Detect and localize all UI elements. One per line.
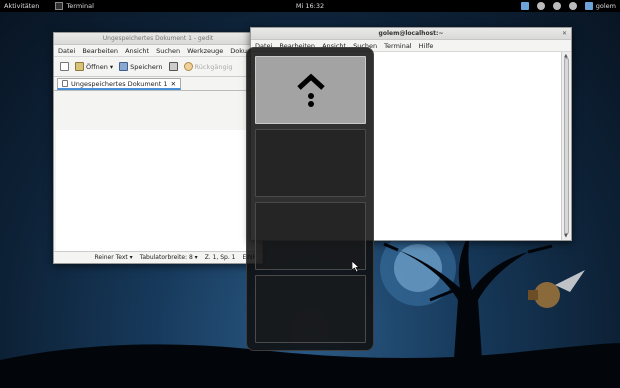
text-editor-area[interactable] (56, 130, 260, 251)
creature-figure (528, 270, 585, 308)
terminal-title: golem@localhost:~ (378, 30, 444, 37)
menu-search[interactable]: Suchen (156, 47, 180, 55)
top-bar: Aktivitäten Terminal Mi 16:32 golem (0, 0, 620, 12)
menu-edit[interactable]: Bearbeiten (82, 47, 118, 55)
save-button[interactable]: Speichern (119, 62, 163, 71)
save-icon (119, 62, 129, 71)
app-menu[interactable]: Terminal (51, 2, 97, 10)
bluetooth-icon[interactable] (552, 2, 561, 10)
moon (394, 244, 442, 292)
chevron-down-icon[interactable]: ▾ (110, 63, 113, 71)
menu-tools[interactable]: Werkzeuge (187, 47, 223, 55)
user-name: golem (595, 2, 616, 10)
gedit-tabbar: Ungespeichertes Dokument 1 ✕ (54, 77, 262, 91)
menu-terminal[interactable]: Terminal (384, 42, 411, 50)
volume-icon[interactable] (568, 2, 577, 10)
tab-width-label: Tabulatorbreite: 8 (139, 254, 193, 261)
tab-label: Ungespeichertes Dokument 1 (71, 79, 168, 88)
cursor-position: Z. 1, Sp. 1 (204, 254, 236, 261)
close-icon[interactable]: ✕ (171, 80, 176, 88)
open-label: Öffnen (86, 62, 108, 71)
app-menu-label: Terminal (66, 2, 94, 10)
gedit-statusbar: Reiner Text ▾ Tabulatorbreite: 8 ▾ Z. 1,… (54, 251, 262, 263)
scrollbar-thumb[interactable] (564, 58, 569, 234)
menu-help[interactable]: Hilfe (419, 42, 434, 50)
workspace-1[interactable] (255, 56, 366, 124)
arrow-up-icon (296, 73, 325, 107)
network-icon[interactable] (520, 2, 529, 10)
document-icon (62, 80, 68, 87)
gedit-window[interactable]: Ungespeichertes Dokument 1 - gedit Datei… (53, 32, 263, 264)
language-selector[interactable]: Reiner Text ▾ (94, 254, 132, 261)
terminal-titlebar[interactable]: golem@localhost:~ ✕ (251, 28, 571, 40)
undo-button[interactable]: Rückgängig (183, 62, 233, 71)
workspace-switcher (246, 47, 374, 351)
scrollbar[interactable]: ▲ ▼ (561, 52, 571, 240)
language-label: Reiner Text (94, 254, 128, 261)
tab-width-selector[interactable]: Tabulatorbreite: 8 ▾ (140, 254, 198, 261)
gedit-titlebar[interactable]: Ungespeichertes Dokument 1 - gedit (54, 33, 262, 45)
workspace-3[interactable] (255, 202, 366, 270)
clock[interactable]: Mi 16:32 (292, 2, 328, 10)
user-icon (584, 2, 593, 10)
folder-icon (75, 62, 84, 71)
system-tray: golem (520, 0, 616, 12)
new-document-icon[interactable] (60, 62, 69, 71)
undo-label: Rückgängig (194, 62, 233, 71)
scroll-down-icon[interactable]: ▼ (564, 233, 568, 239)
save-label: Speichern (130, 62, 163, 71)
activities-button[interactable]: Aktivitäten (0, 2, 43, 10)
menu-view[interactable]: Ansicht (125, 47, 149, 55)
gedit-menubar: Datei Bearbeiten Ansicht Suchen Werkzeug… (54, 45, 262, 57)
print-icon[interactable] (168, 62, 178, 71)
mouse-cursor-icon (352, 261, 360, 272)
accessibility-icon[interactable] (536, 2, 545, 10)
tab-document-1[interactable]: Ungespeichertes Dokument 1 ✕ (57, 78, 182, 90)
workspace-4[interactable] (255, 275, 366, 343)
user-menu[interactable]: golem (584, 2, 616, 10)
workspace-2[interactable] (255, 129, 366, 197)
terminal-app-icon (55, 2, 64, 10)
undo-icon (183, 62, 193, 71)
gedit-toolbar: Öffnen ▾ Speichern Rückgängig (54, 57, 262, 77)
menu-file[interactable]: Datei (58, 47, 75, 55)
open-button[interactable]: Öffnen ▾ (75, 62, 113, 71)
close-window-icon[interactable]: ✕ (562, 28, 567, 40)
